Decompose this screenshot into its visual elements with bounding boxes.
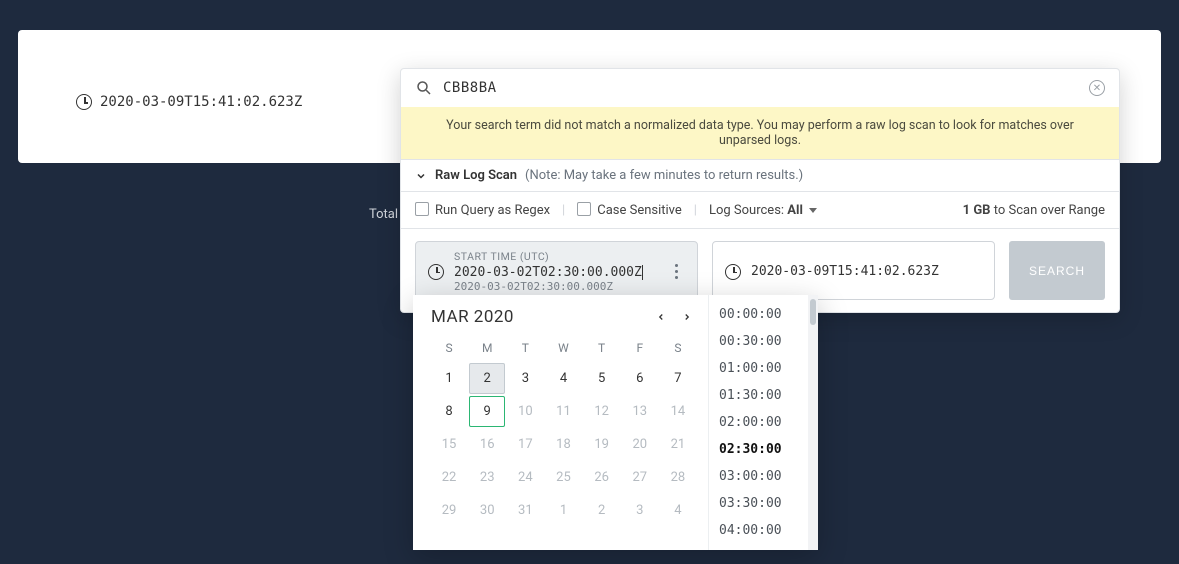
log-sources-label: Log Sources: xyxy=(709,203,784,218)
start-time-sub: 2020-03-02T02:30:00.000Z xyxy=(454,280,657,293)
regex-label: Run Query as Regex xyxy=(435,203,550,218)
calendar-day: 21 xyxy=(660,429,696,460)
time-option[interactable]: 00:30:00 xyxy=(709,328,808,355)
calendar-day: 20 xyxy=(622,429,658,460)
time-option[interactable]: 01:00:00 xyxy=(709,355,808,382)
next-month-button[interactable] xyxy=(678,308,696,326)
calendar-day: 19 xyxy=(584,429,620,460)
start-time-value: 2020-03-02T02:30:00.000Z xyxy=(454,265,657,280)
scan-suffix: to Scan over Range xyxy=(994,203,1105,218)
calendar-day: 23 xyxy=(469,462,505,493)
calendar: MAR 2020 SMTWTFS123456789101112131415161… xyxy=(413,295,708,550)
calendar-dow: T xyxy=(507,335,543,361)
log-sources-value: All xyxy=(787,203,803,218)
calendar-dow: M xyxy=(469,335,505,361)
calendar-day: 15 xyxy=(431,429,467,460)
datetime-picker: MAR 2020 SMTWTFS123456789101112131415161… xyxy=(413,295,818,550)
start-time-title: START TIME (UTC) xyxy=(454,250,657,263)
time-option[interactable]: 02:00:00 xyxy=(709,409,808,436)
regex-checkbox[interactable]: Run Query as Regex xyxy=(415,202,550,218)
case-sensitive-checkbox[interactable]: Case Sensitive xyxy=(577,202,682,218)
options-row: Run Query as Regex | Case Sensitive | Lo… xyxy=(401,192,1119,229)
calendar-day: 31 xyxy=(507,495,543,526)
calendar-day: 16 xyxy=(469,429,505,460)
calendar-dow: S xyxy=(660,335,696,361)
time-option[interactable]: 01:30:00 xyxy=(709,382,808,409)
time-option[interactable]: 03:00:00 xyxy=(709,463,808,490)
calendar-day[interactable]: 4 xyxy=(545,363,581,394)
calendar-day: 3 xyxy=(622,495,658,526)
time-option[interactable]: 04:00:00 xyxy=(709,517,808,544)
calendar-day[interactable]: 9 xyxy=(469,396,505,427)
raw-log-scan-note: (Note: May take a few minutes to return … xyxy=(525,168,803,183)
calendar-day: 4 xyxy=(660,495,696,526)
calendar-day: 1 xyxy=(545,495,581,526)
calendar-day: 25 xyxy=(545,462,581,493)
time-option[interactable]: 02:30:00 xyxy=(709,436,808,463)
scan-size: 1 GB to Scan over Range xyxy=(963,203,1105,218)
calendar-day: 24 xyxy=(507,462,543,493)
time-list[interactable]: 00:00:0000:30:0001:00:0001:30:0002:00:00… xyxy=(709,295,808,550)
search-button[interactable]: SEARCH xyxy=(1009,241,1105,300)
calendar-day: 28 xyxy=(660,462,696,493)
clear-icon[interactable]: ✕ xyxy=(1089,80,1105,96)
calendar-day: 26 xyxy=(584,462,620,493)
calendar-dow: S xyxy=(431,335,467,361)
clock-icon xyxy=(725,264,741,280)
calendar-grid: SMTWTFS123456789101112131415161718192021… xyxy=(431,335,696,526)
start-time-input[interactable]: START TIME (UTC) 2020-03-02T02:30:00.000… xyxy=(415,241,698,300)
calendar-day: 22 xyxy=(431,462,467,493)
calendar-day[interactable]: 3 xyxy=(507,363,543,394)
calendar-day: 14 xyxy=(660,396,696,427)
clock-icon xyxy=(76,94,92,110)
time-option[interactable]: 00:00:00 xyxy=(709,301,808,328)
chevron-down-icon xyxy=(415,170,427,182)
case-label: Case Sensitive xyxy=(597,203,682,218)
log-sources-dropdown[interactable]: Log Sources: All xyxy=(709,203,817,218)
scan-amount: 1 GB xyxy=(963,203,991,218)
search-input[interactable] xyxy=(443,80,1079,96)
search-icon xyxy=(415,79,433,97)
calendar-day[interactable]: 6 xyxy=(622,363,658,394)
prev-month-button[interactable] xyxy=(652,308,670,326)
end-time-value: 2020-03-09T15:41:02.623Z xyxy=(751,264,982,279)
raw-log-scan-label: Raw Log Scan xyxy=(435,168,517,183)
calendar-day: 30 xyxy=(469,495,505,526)
calendar-day: 12 xyxy=(584,396,620,427)
clock-icon xyxy=(428,264,444,280)
calendar-day: 2 xyxy=(584,495,620,526)
search-row: ✕ xyxy=(401,69,1119,107)
kebab-icon[interactable] xyxy=(667,264,685,279)
time-list-panel: 00:00:0000:30:0001:00:0001:30:0002:00:00… xyxy=(708,295,818,550)
page-timestamp: 2020-03-09T15:41:02.623Z xyxy=(76,94,302,110)
calendar-dow: F xyxy=(622,335,658,361)
calendar-day[interactable]: 7 xyxy=(660,363,696,394)
scrollbar-thumb[interactable] xyxy=(810,299,816,325)
calendar-day[interactable]: 2 xyxy=(469,363,505,394)
raw-log-scan-toggle[interactable]: Raw Log Scan (Note: May take a few minut… xyxy=(401,159,1119,192)
time-option[interactable]: 03:30:00 xyxy=(709,490,808,517)
calendar-day[interactable]: 8 xyxy=(431,396,467,427)
calendar-day: 27 xyxy=(622,462,658,493)
calendar-day: 18 xyxy=(545,429,581,460)
caret-down-icon xyxy=(809,208,817,213)
calendar-dow: W xyxy=(545,335,581,361)
search-panel: ✕ Your search term did not match a norma… xyxy=(400,68,1120,313)
page-timestamp-value: 2020-03-09T15:41:02.623Z xyxy=(100,94,302,110)
calendar-day: 10 xyxy=(507,396,543,427)
calendar-day: 17 xyxy=(507,429,543,460)
calendar-title: MAR 2020 xyxy=(431,307,514,327)
calendar-day: 11 xyxy=(545,396,581,427)
scrollbar[interactable] xyxy=(808,295,818,550)
calendar-day: 13 xyxy=(622,396,658,427)
end-time-input[interactable]: 2020-03-09T15:41:02.623Z xyxy=(712,241,995,300)
warning-bar: Your search term did not match a normali… xyxy=(401,107,1119,159)
calendar-day[interactable]: 1 xyxy=(431,363,467,394)
calendar-dow: T xyxy=(584,335,620,361)
calendar-day[interactable]: 5 xyxy=(584,363,620,394)
calendar-day: 29 xyxy=(431,495,467,526)
